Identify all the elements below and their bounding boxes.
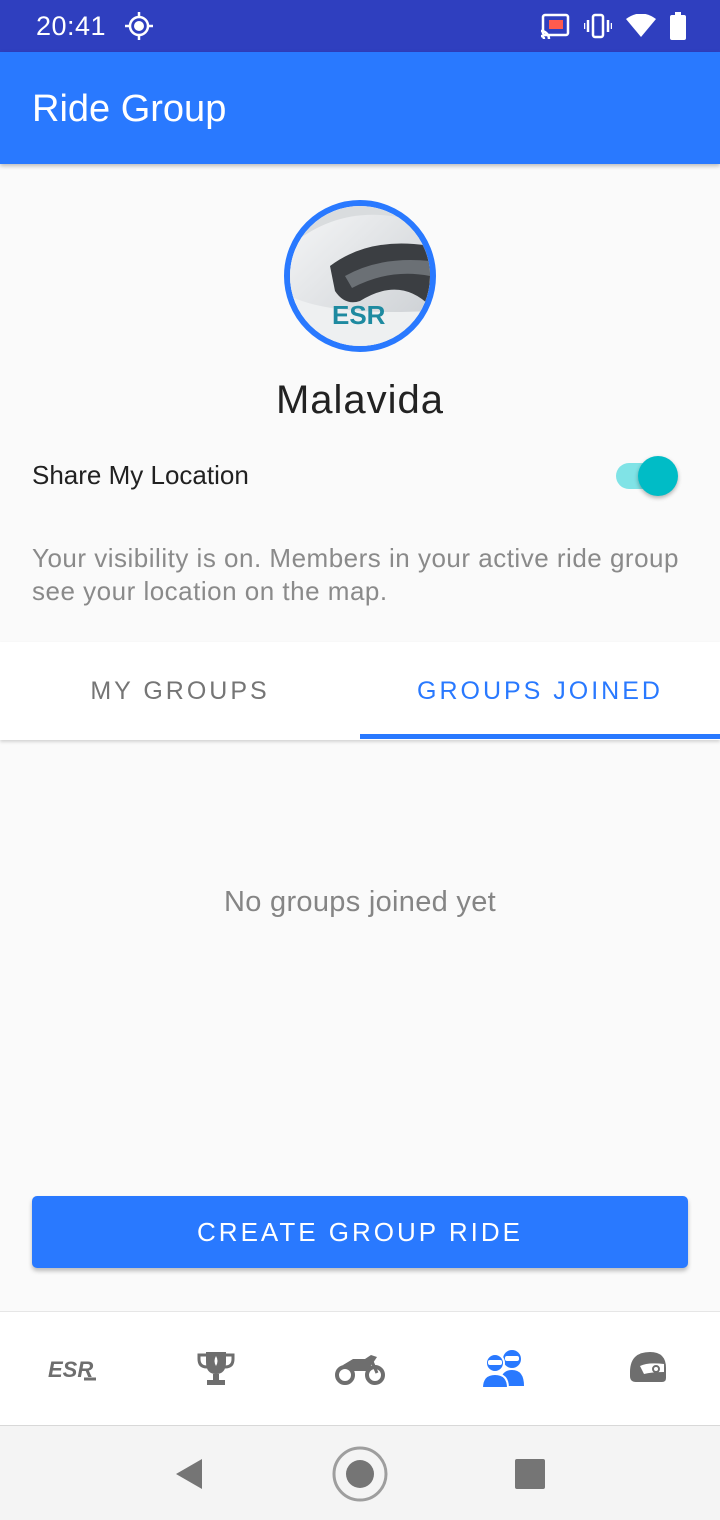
motorcycle-icon[interactable]: [330, 1340, 390, 1396]
create-group-ride-button[interactable]: CREATE GROUP RIDE: [32, 1196, 688, 1268]
system-navigation-bar: [0, 1425, 720, 1520]
battery-icon: [670, 12, 686, 40]
share-location-label: Share My Location: [32, 460, 249, 490]
tab-groups-joined[interactable]: GROUPS JOINED: [360, 642, 720, 740]
page-title: Ride Group: [32, 88, 227, 130]
app-bar: Ride Group: [0, 52, 720, 164]
vibrate-icon: [584, 13, 612, 39]
recents-icon[interactable]: [512, 1456, 548, 1492]
nav-esr-logo-icon[interactable]: ESR: [42, 1340, 102, 1396]
toggle-thumb: [638, 456, 678, 496]
empty-state-message: No groups joined yet: [224, 886, 496, 918]
location-crosshair-icon: [124, 11, 154, 41]
svg-text:ESR: ESR: [332, 300, 386, 330]
status-time: 20:41: [36, 11, 107, 41]
wifi-icon: [626, 14, 656, 38]
home-icon[interactable]: [330, 1444, 390, 1504]
status-bar: 20:41: [0, 0, 720, 52]
riders-group-icon[interactable]: [474, 1340, 534, 1396]
bottom-navigation: ESR: [0, 1311, 720, 1425]
profile-name: Malavida: [275, 378, 445, 422]
avatar[interactable]: ESR: [284, 200, 436, 352]
cast-icon: [540, 13, 570, 39]
group-tabs: MY GROUPS GROUPS JOINED: [0, 642, 720, 740]
helmet-icon[interactable]: [618, 1340, 678, 1396]
status-icons: [540, 11, 686, 41]
helmet-avatar: ESR: [290, 206, 430, 346]
share-location-toggle[interactable]: [616, 456, 684, 496]
tab-indicator: [360, 734, 720, 739]
trophy-icon[interactable]: [186, 1340, 246, 1396]
back-icon[interactable]: [168, 1454, 208, 1494]
tab-my-groups[interactable]: MY GROUPS: [0, 642, 360, 740]
visibility-message: Your visibility is on. Members in your a…: [32, 543, 679, 606]
